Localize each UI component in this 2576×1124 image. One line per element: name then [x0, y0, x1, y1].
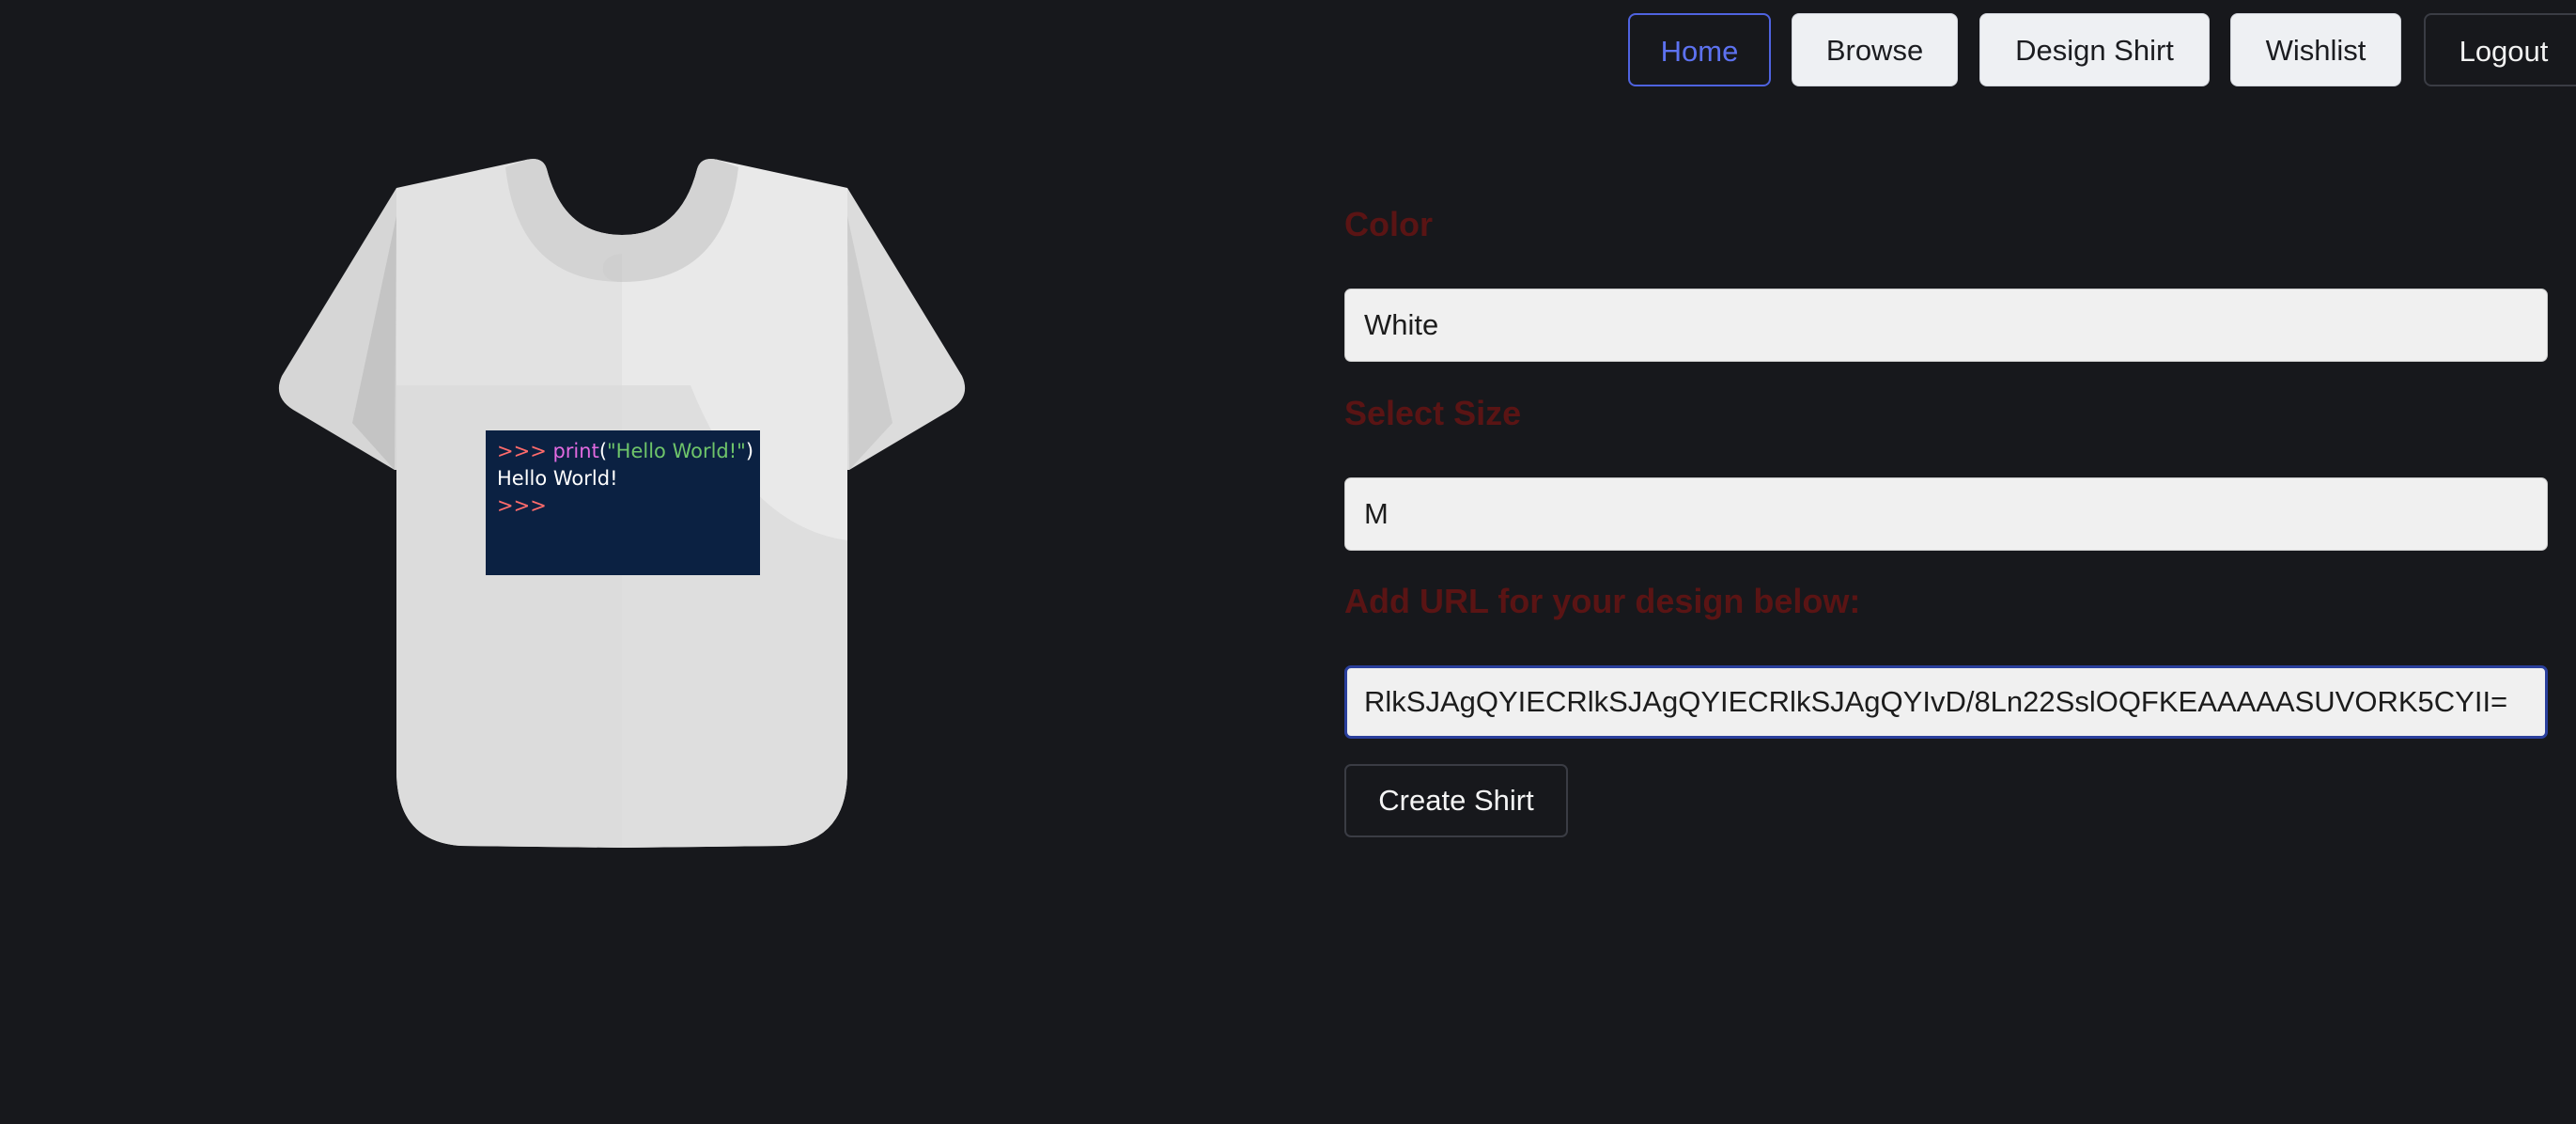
shirt-preview: >>> print("Hello World!") Hello World! >… — [272, 150, 968, 855]
design-prompt: >>> — [497, 440, 553, 462]
design-string: "Hello World!" — [607, 440, 746, 462]
size-select[interactable]: M — [1344, 477, 2548, 551]
nav-logout-button[interactable]: Logout — [2424, 13, 2576, 86]
shirt-design-image: >>> print("Hello World!") Hello World! >… — [486, 430, 760, 575]
create-shirt-button[interactable]: Create Shirt — [1344, 764, 1568, 837]
color-label: Color — [1344, 205, 1433, 243]
design-paren-open: ( — [598, 440, 608, 462]
nav-home-button[interactable]: Home — [1628, 13, 1771, 86]
design-line-1: >>> print("Hello World!") — [497, 438, 753, 465]
design-url-label: Add URL for your design below: — [1344, 582, 1861, 620]
design-paren-close: ) — [745, 440, 754, 462]
design-url-input[interactable]: RlkSJAgQYIECRlkSJAgQYIECRlkSJAgQYIvD/8Ln… — [1344, 665, 2548, 739]
size-label: Select Size — [1344, 394, 1522, 432]
color-select[interactable]: White — [1344, 289, 2548, 362]
nav-design-shirt-button[interactable]: Design Shirt — [1979, 13, 2210, 86]
nav-browse-button[interactable]: Browse — [1792, 13, 1958, 86]
top-nav: Home Browse Design Shirt Wishlist Logout — [0, 13, 2576, 88]
design-shirt-page: Home Browse Design Shirt Wishlist Logout — [0, 0, 2576, 1124]
design-line-3: >>> — [497, 494, 547, 517]
design-func: print — [552, 440, 599, 462]
design-line-2: Hello World! — [497, 467, 618, 490]
nav-wishlist-button[interactable]: Wishlist — [2230, 13, 2401, 86]
